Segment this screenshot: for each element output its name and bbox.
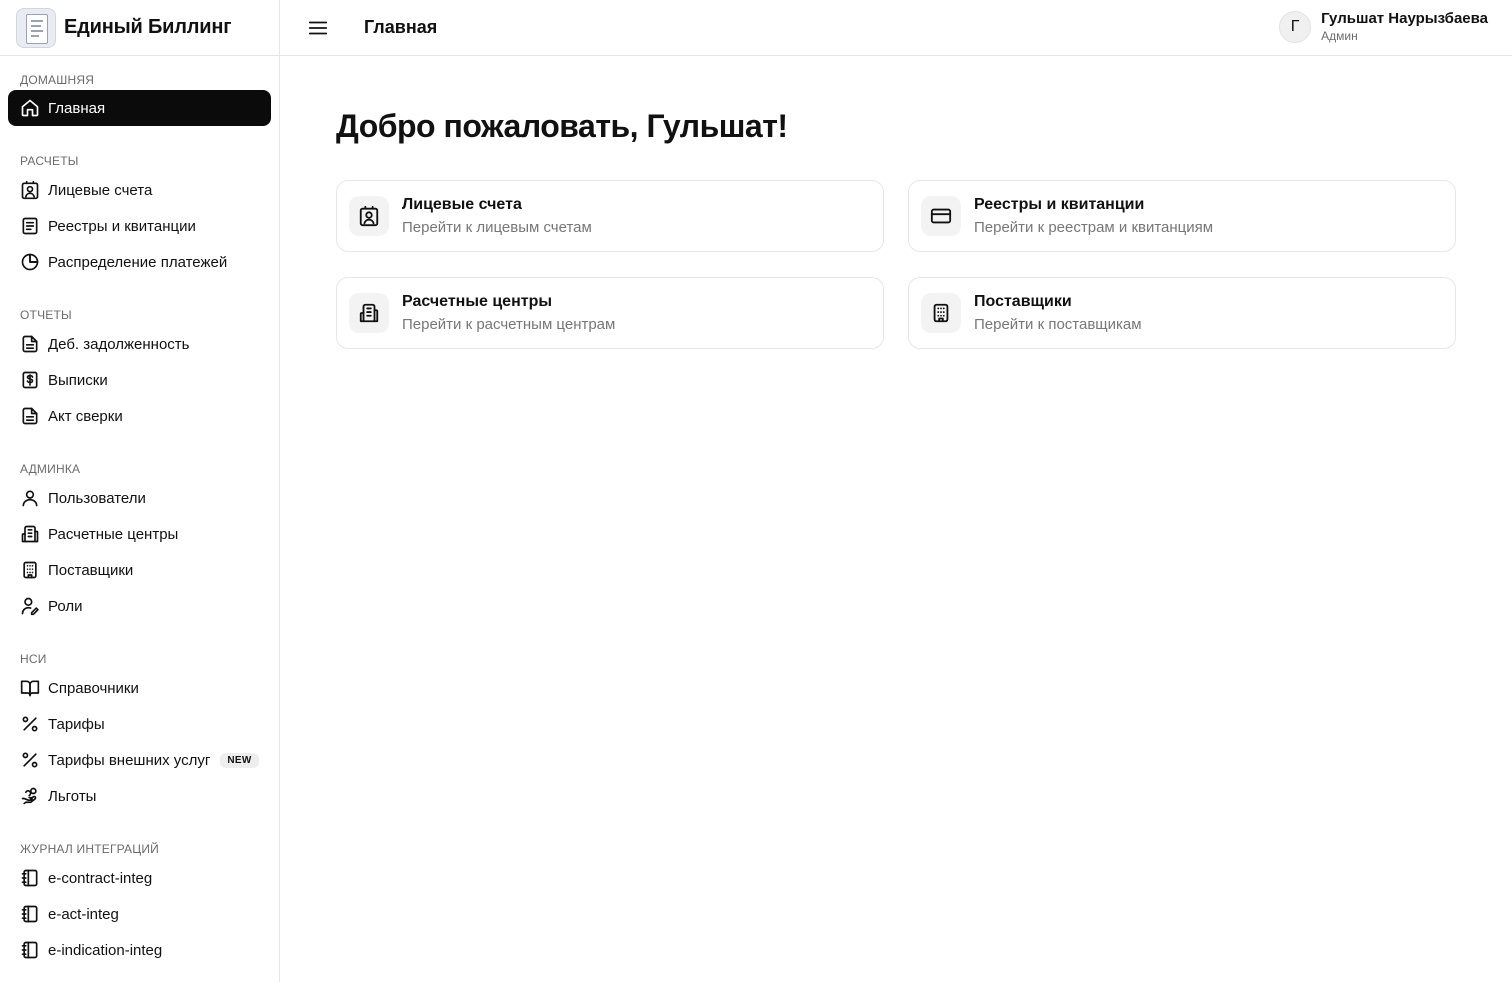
main-content: Добро пожаловать, Гульшат! Лицевые счета… — [280, 56, 1512, 982]
sidebar-item-e-contract-integ[interactable]: e-contract-integ — [8, 860, 271, 896]
sidebar-item-label: Выписки — [48, 371, 108, 389]
sidebar-item-settlement-centers[interactable]: Расчетные центры — [8, 516, 271, 552]
buildings-icon — [349, 293, 389, 333]
app-title: Единый Биллинг — [64, 16, 232, 38]
card-title: Поставщики — [974, 293, 1072, 310]
pie-chart-icon — [21, 253, 39, 271]
building-icon — [921, 293, 961, 333]
sidebar-item-home[interactable]: Главная — [8, 90, 271, 126]
sidebar-item-label: Распределение платежей — [48, 253, 228, 271]
notebook-icon — [21, 869, 38, 887]
card-title: Лицевые счета — [402, 196, 522, 213]
file-text-icon — [22, 335, 38, 353]
card-settlement-centers[interactable]: Расчетные центры Перейти к расчетным цен… — [336, 277, 884, 349]
sidebar-item-users[interactable]: Пользователи — [8, 480, 271, 516]
notebook-icon — [21, 905, 38, 923]
card-title: Расчетные центры — [402, 293, 552, 310]
sidebar-item-label: Справочники — [48, 679, 139, 697]
avatar: Г — [1279, 10, 1312, 43]
section-label-integration-log: ЖУРНАЛ ИНТЕГРАЦИЙ — [20, 842, 159, 856]
sidebar: Единый Биллинг ДОМАШНЯЯ Главная РАСЧЕТЫ … — [0, 0, 280, 982]
document-icon — [22, 217, 38, 235]
sidebar-item-label: Пользователи — [48, 489, 146, 507]
section-label-admin: АДМИНКА — [20, 462, 81, 476]
user-pen-icon — [21, 597, 39, 616]
sidebar-item-label: e-indication-integ — [48, 941, 163, 959]
card-accounts[interactable]: Лицевые счета Перейти к лицевым счетам — [336, 180, 884, 252]
notebook-icon — [21, 941, 38, 959]
section-label-home: ДОМАШНЯЯ — [20, 73, 95, 87]
welcome-heading: Добро пожаловать, Гульшат! — [336, 108, 788, 144]
hand-coins-icon — [21, 787, 37, 805]
file-text-icon — [22, 407, 38, 425]
sidebar-item-directories[interactable]: Справочники — [8, 670, 271, 706]
app-logo-icon — [16, 7, 56, 48]
sidebar-item-label: Роли — [48, 597, 83, 615]
sidebar-item-label: e-contract-integ — [48, 869, 153, 887]
sidebar-item-roles[interactable]: Роли — [8, 588, 271, 624]
sidebar-item-statements[interactable]: Выписки — [8, 362, 271, 398]
card-title: Реестры и квитанции — [974, 196, 1145, 213]
percent-icon — [22, 716, 38, 732]
user-icon — [22, 490, 38, 507]
sidebar-item-label: Лицевые счета — [48, 181, 153, 199]
sidebar-item-debts[interactable]: Деб. задолженность — [8, 326, 271, 362]
percent-icon — [22, 752, 38, 768]
home-icon — [21, 99, 39, 117]
sidebar-item-label: Поставщики — [48, 561, 134, 579]
book-open-icon — [20, 680, 40, 697]
dollar-receipt-icon — [22, 371, 38, 389]
new-badge: NEW — [220, 752, 259, 768]
card-subtitle: Перейти к реестрам и квитанциям — [974, 219, 1214, 236]
hamburger-icon — [308, 21, 328, 34]
top-bar: Главная Г Гульшат Наурызбаева Админ — [280, 0, 1512, 56]
sidebar-item-label: Реестры и квитанции — [48, 217, 196, 235]
sidebar-item-external-tariffs[interactable]: Тарифы внешних услуг NEW — [8, 742, 271, 778]
user-name: Гульшат Наурызбаева — [1321, 10, 1488, 27]
contact-icon — [21, 180, 39, 200]
user-role: Админ — [1321, 29, 1358, 43]
sidebar-item-label: Тарифы внешних услуг — [48, 751, 211, 769]
sidebar-item-label: Расчетные центры — [48, 525, 179, 543]
sidebar-item-registers[interactable]: Реестры и квитанции — [8, 208, 271, 244]
hamburger-menu-button[interactable] — [298, 8, 338, 48]
card-subtitle: Перейти к расчетным центрам — [402, 316, 616, 333]
card-subtitle: Перейти к поставщикам — [974, 316, 1142, 333]
sidebar-item-label: Акт сверки — [48, 407, 123, 425]
contact-icon — [349, 196, 389, 236]
user-menu[interactable]: Г Гульшат Наурызбаева Админ — [1279, 10, 1488, 43]
sidebar-nav: ДОМАШНЯЯ Главная РАСЧЕТЫ Лицевые счета Р… — [0, 73, 279, 968]
card-suppliers[interactable]: Поставщики Перейти к поставщикам — [908, 277, 1456, 349]
sidebar-item-tariffs[interactable]: Тарифы — [8, 706, 271, 742]
sidebar-item-label: Льготы — [48, 787, 97, 805]
section-label-reports: ОТЧЕТЫ — [20, 308, 72, 322]
card-registers[interactable]: Реестры и квитанции Перейти к реестрам и… — [908, 180, 1456, 252]
sidebar-item-label: Деб. задолженность — [48, 335, 190, 353]
section-label-nsi: НСИ — [20, 652, 47, 666]
card-subtitle: Перейти к лицевым счетам — [402, 219, 592, 236]
sidebar-item-label: Главная — [48, 99, 106, 117]
sidebar-item-label: e-act-integ — [48, 905, 119, 923]
section-label-calculations: РАСЧЕТЫ — [20, 154, 79, 168]
sidebar-item-accounts[interactable]: Лицевые счета — [8, 172, 271, 208]
sidebar-item-e-act-integ[interactable]: e-act-integ — [8, 896, 271, 932]
sidebar-item-benefits[interactable]: Льготы — [8, 778, 271, 814]
sidebar-item-suppliers[interactable]: Поставщики — [8, 552, 271, 588]
brand[interactable]: Единый Биллинг — [0, 0, 279, 56]
sidebar-item-e-indication-integ[interactable]: e-indication-integ — [8, 932, 271, 968]
page-title: Главная — [364, 17, 438, 37]
buildings-icon — [21, 525, 39, 543]
sidebar-item-reconciliation[interactable]: Акт сверки — [8, 398, 271, 434]
building-icon — [23, 561, 37, 579]
sidebar-item-label: Тарифы — [48, 715, 105, 733]
sidebar-item-payment-distribution[interactable]: Распределение платежей — [8, 244, 271, 280]
credit-card-icon — [921, 196, 961, 236]
